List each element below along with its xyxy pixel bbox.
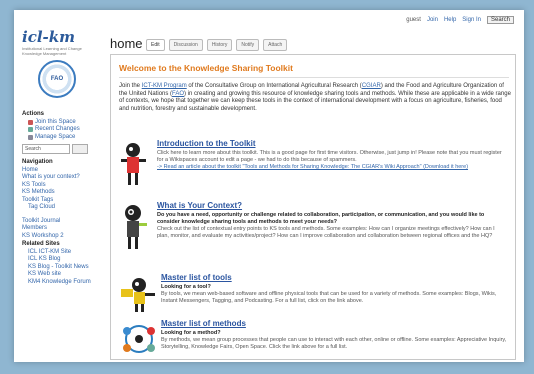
tab-notify[interactable]: Notify [236,39,260,51]
introduction-text: Click here to learn more about this tool… [157,150,502,170]
fao-logo-text: FAO [50,76,64,82]
navigation-heading: Navigation [22,159,53,165]
sidebar-action-manage[interactable]: Manage Space [22,134,102,142]
fao-logo: FAO [38,60,76,98]
introduction-link[interactable]: Introduction to the Toolkit [157,139,256,148]
main-content: Welcome to the Knowledge Sharing Toolkit… [110,54,516,360]
sidebar: Actions Join this Space Recent Changes M… [22,106,102,286]
sidebar-search-input[interactable]: Search [22,144,70,154]
nav-ks-workshop[interactable]: KS Workshop 2 [22,233,102,241]
related-link-5[interactable]: KM4 Knowledge Forum [22,279,102,287]
nav-toolkit-journal[interactable]: Toolkit Journal [22,218,102,226]
sign-in-link[interactable]: Sign In [462,17,481,23]
nav-ks-methods[interactable]: KS Methods [22,189,102,197]
tab-discussion[interactable]: Discussion [168,39,203,51]
intro-paragraph: Join the ICT-KM Program of the Consultat… [119,83,511,112]
join-link[interactable]: Join [427,17,438,23]
page-tabs: Edit Discussion History Notify Attach [146,39,288,51]
logo-text: icl-km [22,28,76,46]
tab-history[interactable]: History [206,39,233,51]
related-link-1[interactable]: ICL ICT-KM Site [22,249,102,257]
methods-group-icon [123,325,155,353]
nav-context[interactable]: What is your context? [22,174,102,182]
recent-changes-icon [28,127,33,133]
toolkit-article-link[interactable]: -> Read an article about the toolkit "To… [157,164,468,170]
cgiar-link[interactable]: CGIAR [362,83,381,89]
sidebar-action-recent-changes[interactable]: Recent Changes [22,126,102,134]
context-character-icon [125,205,147,249]
nav-toolkit-tags[interactable]: Toolkit Tags [22,197,102,205]
welcome-heading: Welcome to the Knowledge Sharing Toolkit [119,63,509,78]
related-sites-heading: Related Sites [22,241,60,247]
actions-heading: Actions [22,111,45,117]
help-link[interactable]: Help [444,17,456,23]
context-link[interactable]: What is Your Context? [157,201,242,210]
tab-attach[interactable]: Attach [263,39,288,51]
browser-page: guest Join Help Sign In Search icl-km In… [14,10,524,362]
nav-tag-cloud[interactable]: Tag Cloud [22,204,102,212]
section-methods: Master list of methods Looking for a met… [111,319,517,359]
section-context: What is Your Context? Do you have a need… [111,201,517,261]
manage-icon [28,134,33,140]
user-links: guest Join Help Sign In Search [406,16,514,24]
tab-edit[interactable]: Edit [146,39,165,51]
related-link-4[interactable]: KS Web site [22,271,102,279]
sidebar-search: Search [22,144,102,154]
nav-members[interactable]: Members [22,225,102,233]
top-search-button[interactable]: Search [486,16,514,24]
sidebar-action-join[interactable]: Join this Space [22,119,102,127]
methods-link[interactable]: Master list of methods [161,319,246,328]
join-icon [28,119,33,125]
toolkit-character-icon [121,143,146,185]
related-link-3[interactable]: KS Blog - Toolkit News [22,264,102,272]
ict-km-link[interactable]: ICT-KM Program [142,83,187,89]
fao-link[interactable]: FAO [172,91,184,97]
methods-text: Looking for a method? By methods, we mea… [161,330,507,350]
section-tools: Master list of tools Looking for a tool?… [111,273,517,313]
nav-home[interactable]: Home [22,167,102,175]
tools-link[interactable]: Master list of tools [161,273,232,282]
page-title: home [110,36,143,51]
tools-character-icon [121,278,155,312]
section-introduction: Introduction to the Toolkit Click here t… [111,139,517,191]
sidebar-search-button[interactable] [72,144,88,154]
nav-ks-tools[interactable]: KS Tools [22,182,102,190]
username: guest [406,17,421,23]
logo-subtitle: Institutional Learning and Change Knowle… [22,46,82,56]
site-logo[interactable]: icl-km Institutional Learning and Change… [22,28,102,58]
tools-text: Looking for a tool? By tools, we mean we… [161,284,497,304]
context-text: Do you have a need, opportunity or chall… [157,212,495,239]
related-link-2[interactable]: ICL KS Blog [22,256,102,264]
